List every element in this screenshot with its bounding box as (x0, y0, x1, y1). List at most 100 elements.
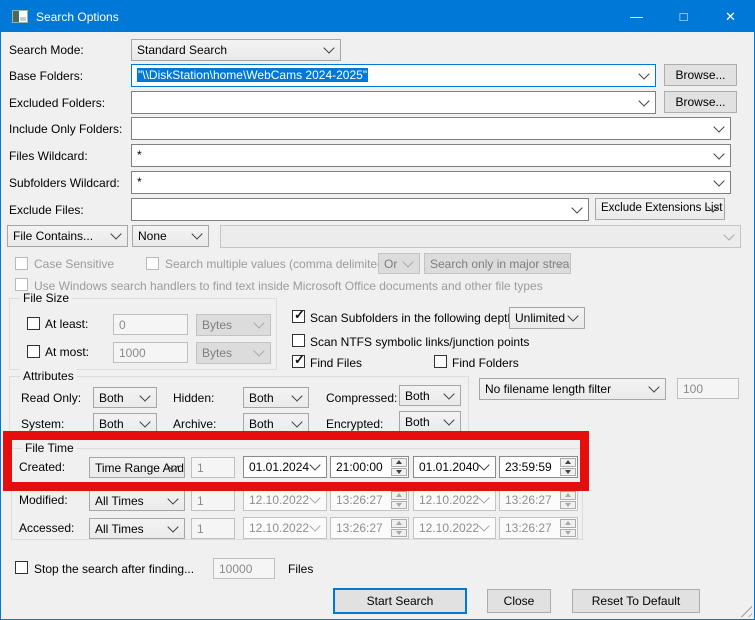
chevron-down-icon (291, 416, 302, 427)
resize-grip[interactable] (738, 603, 752, 617)
read-only-select[interactable]: Both (93, 387, 157, 408)
at-most-checkbox[interactable] (27, 345, 40, 358)
exclude-files-combo[interactable] (131, 198, 589, 221)
chevron-down-icon (723, 229, 734, 240)
archive-select[interactable]: Both (243, 413, 309, 434)
chevron-down-icon[interactable] (571, 202, 582, 213)
ntfs-links-label: Scan NTFS symbolic links/junction points (310, 335, 529, 349)
created-to-date-picker[interactable]: 01.01.2040 (413, 456, 496, 478)
file-contains-select[interactable]: File Contains... (7, 225, 128, 247)
excluded-folders-label: Excluded Folders: (9, 96, 105, 110)
spinner-arrows-icon[interactable] (391, 458, 407, 476)
at-least-unit-select: Bytes (196, 314, 271, 336)
multiple-values-checkbox[interactable] (146, 257, 159, 270)
filename-length-filter-select[interactable]: No filename length filter (479, 378, 666, 400)
accessed-label: Accessed: (19, 521, 74, 535)
spinner-arrows-icon (560, 519, 576, 537)
chevron-down-icon[interactable] (713, 121, 724, 132)
created-from-time-spinner[interactable]: 21:00:00 (330, 456, 409, 478)
close-dialog-button[interactable]: Close (487, 589, 551, 613)
chevron-down-icon (253, 345, 264, 356)
chevron-down-icon (309, 520, 320, 531)
close-button[interactable]: ✕ (707, 1, 754, 32)
accessed-mode-select[interactable]: All Times (89, 518, 185, 539)
encrypted-select[interactable]: Both (399, 411, 461, 432)
spinner-arrows-icon (391, 491, 407, 509)
created-label: Created: (19, 460, 65, 474)
modified-from-time-spinner: 13:26:27 (330, 489, 409, 511)
files-wildcard-combo[interactable]: * (131, 144, 731, 167)
scan-depth-select[interactable]: Unlimited (509, 307, 585, 329)
created-mode-select[interactable]: Time Range And (89, 457, 185, 478)
modified-mode-select[interactable]: All Times (89, 490, 185, 511)
chevron-down-icon[interactable] (478, 459, 489, 470)
case-sensitive-label: Case Sensitive (34, 257, 114, 271)
search-mode-select[interactable]: Standard Search (131, 39, 341, 61)
chevron-down-icon (478, 520, 489, 531)
minimize-button[interactable]: — (613, 1, 660, 32)
chevron-down-icon[interactable] (638, 95, 649, 106)
titlebar: Search Options — □ ✕ (1, 1, 754, 32)
chevron-down-icon (402, 256, 413, 267)
base-folders-combo[interactable]: "\\DiskStation\home\WebCams 2024-2025" (131, 64, 656, 87)
system-label: System: (21, 417, 64, 431)
system-select[interactable]: Both (93, 413, 157, 434)
ntfs-links-checkbox[interactable] (292, 334, 305, 347)
encrypted-label: Encrypted: (326, 417, 383, 431)
file-size-group-title: File Size (20, 291, 72, 305)
chevron-down-icon[interactable] (713, 175, 724, 186)
search-text-combo (220, 225, 741, 248)
at-least-checkbox[interactable] (27, 317, 40, 330)
chevron-down-icon (191, 228, 202, 239)
compressed-select[interactable]: Both (399, 385, 461, 406)
stop-after-checkbox[interactable] (15, 561, 28, 574)
created-count-input: 1 (191, 457, 235, 478)
hidden-select[interactable]: Both (243, 387, 309, 408)
spinner-arrows-icon (560, 491, 576, 509)
encoding-select[interactable]: None (132, 225, 209, 247)
excluded-folders-combo[interactable] (131, 91, 656, 114)
reset-to-default-button[interactable]: Reset To Default (572, 589, 700, 613)
files-unit-label: Files (288, 562, 313, 576)
start-search-button[interactable]: Start Search (333, 588, 467, 614)
at-least-input: 0 (113, 314, 188, 335)
chevron-down-icon (648, 381, 659, 392)
chevron-down-icon[interactable] (309, 459, 320, 470)
case-sensitive-checkbox[interactable] (15, 257, 28, 270)
chevron-down-icon (443, 388, 454, 399)
file-time-group-title: File Time (22, 441, 77, 455)
find-files-checkbox[interactable]: ✓ (292, 355, 305, 368)
read-only-label: Read Only: (21, 391, 81, 405)
at-least-label: At least: (45, 317, 88, 331)
chevron-down-icon (309, 492, 320, 503)
include-only-folders-label: Include Only Folders: (9, 122, 122, 136)
chevron-down-icon (139, 416, 150, 427)
search-mode-label: Search Mode: (9, 43, 84, 57)
include-only-folders-combo[interactable] (131, 117, 731, 140)
search-options-dialog: Search Options — □ ✕ Search Mode: Standa… (0, 0, 755, 620)
chevron-down-icon[interactable] (638, 68, 649, 79)
chevron-down-icon (167, 521, 178, 532)
modified-count-input: 1 (191, 490, 235, 511)
exclude-files-label: Exclude Files: (9, 203, 84, 217)
accessed-to-date-picker: 12.10.2022 (413, 517, 496, 539)
base-folders-browse-button[interactable]: Browse... (664, 64, 737, 86)
created-to-time-spinner[interactable]: 23:59:59 (499, 456, 578, 478)
subfolders-wildcard-combo[interactable]: * (131, 171, 731, 194)
exclude-extensions-list-select[interactable]: Exclude Extensions List (595, 198, 725, 220)
chevron-down-icon (291, 390, 302, 401)
find-folders-checkbox[interactable] (434, 355, 447, 368)
stop-after-label: Stop the search after finding... (34, 562, 194, 576)
find-files-label: Find Files (310, 356, 362, 370)
maximize-button[interactable]: □ (660, 1, 707, 32)
spinner-arrows-icon[interactable] (560, 458, 576, 476)
chevron-down-icon[interactable] (713, 148, 724, 159)
office-handlers-checkbox[interactable] (15, 278, 28, 291)
created-from-date-picker[interactable]: 01.01.2024 (243, 456, 327, 478)
window-title: Search Options (36, 10, 119, 24)
base-folders-label: Base Folders: (9, 69, 83, 83)
chevron-down-icon (323, 42, 334, 53)
archive-label: Archive: (173, 417, 216, 431)
excluded-folders-browse-button[interactable]: Browse... (664, 91, 737, 113)
scan-subfolders-checkbox[interactable]: ✓ (292, 310, 305, 323)
